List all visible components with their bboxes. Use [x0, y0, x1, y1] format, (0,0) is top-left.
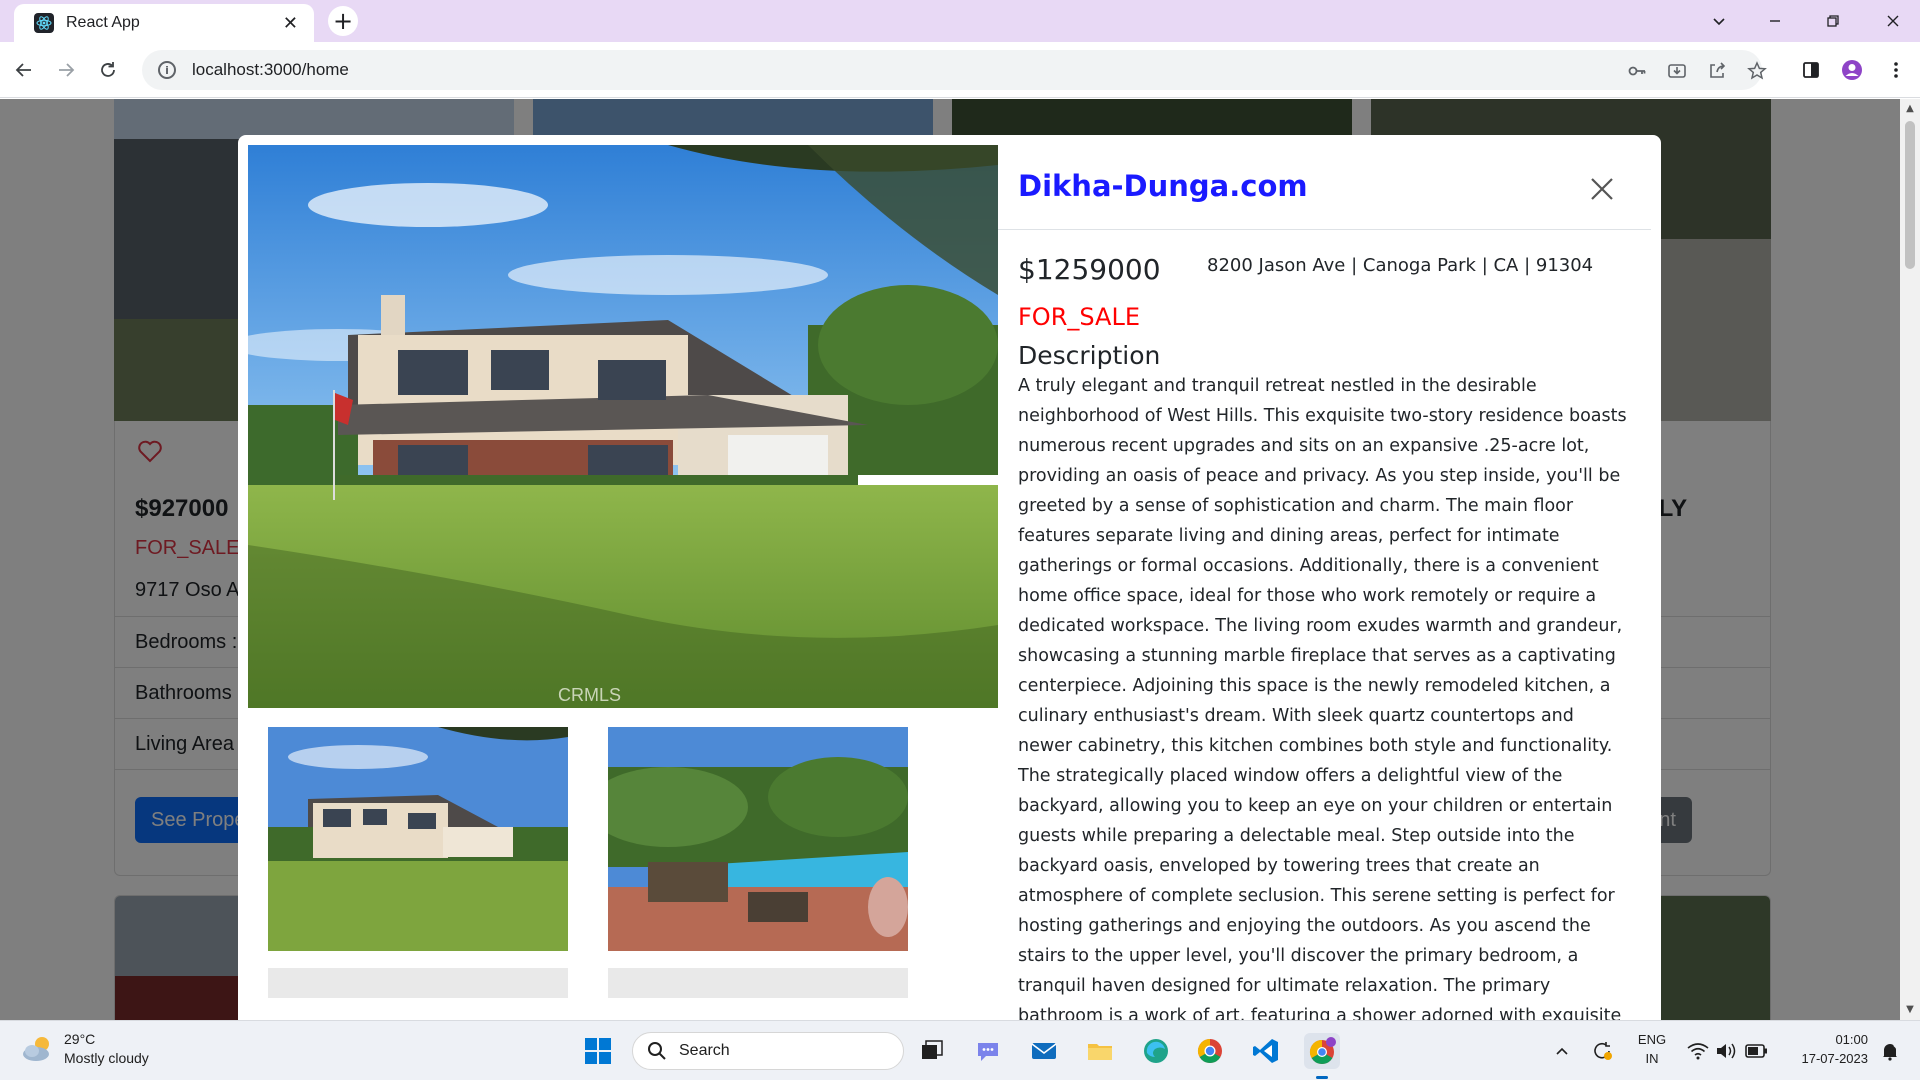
teams-chat-icon[interactable]	[970, 1033, 1006, 1069]
property-thumbnail[interactable]	[268, 968, 568, 998]
page-viewport: $927000 FOR_SALE 9717 Oso A Bedrooms : B…	[0, 99, 1900, 1020]
reload-icon[interactable]	[94, 56, 122, 84]
forward-arrow-icon[interactable]	[52, 56, 80, 84]
restore-button[interactable]	[1818, 6, 1848, 36]
battery-icon[interactable]	[1738, 1033, 1774, 1069]
side-panel-icon[interactable]	[1797, 56, 1825, 84]
property-thumbnail[interactable]	[608, 968, 908, 998]
weather-temperature[interactable]: 29°C	[64, 1031, 95, 1047]
weather-cloud-icon[interactable]	[20, 1033, 56, 1069]
scroll-thumb[interactable]	[1905, 121, 1915, 269]
browser-tab[interactable]: React App ✕	[14, 4, 314, 42]
language-indicator[interactable]: ENG	[1632, 1032, 1672, 1047]
tab-search-chevron-icon[interactable]	[1704, 6, 1734, 36]
bookmark-star-icon[interactable]	[1746, 60, 1768, 82]
key-icon[interactable]	[1626, 60, 1648, 82]
edge-browser-icon[interactable]	[1138, 1033, 1174, 1069]
notification-bell-icon[interactable]	[1872, 1033, 1908, 1069]
brand-title: Dikha-Dunga.com	[1018, 169, 1308, 203]
property-thumbnail[interactable]	[608, 727, 908, 951]
close-window-button[interactable]	[1878, 6, 1908, 36]
scroll-up-arrow-icon[interactable]: ▲	[1904, 103, 1916, 115]
browser-tab-strip: React App ✕ +	[0, 0, 1920, 42]
os-taskbar: 29°C Mostly cloudy Search ENG IN 01:00 1…	[0, 1020, 1920, 1080]
chrome-profile-icon[interactable]	[1304, 1033, 1340, 1069]
scroll-down-arrow-icon[interactable]: ▼	[1904, 1004, 1916, 1016]
weather-description[interactable]: Mostly cloudy	[64, 1050, 149, 1066]
property-modal: CRMLS Dikha-Dunga.com $1259000 8200 Jaso…	[238, 135, 1661, 1020]
photo-watermark: CRMLS	[558, 685, 622, 705]
tab-close-icon[interactable]: ✕	[283, 13, 298, 34]
property-main-photo[interactable]: CRMLS	[248, 145, 998, 708]
task-view-icon[interactable]	[914, 1033, 950, 1069]
file-explorer-icon[interactable]	[1082, 1033, 1118, 1069]
page-scrollbar[interactable]: ▲ ▼	[1900, 99, 1920, 1020]
taskbar-search[interactable]: Search	[632, 1032, 904, 1070]
site-info-icon[interactable]: i	[158, 61, 176, 79]
show-hidden-icons-chevron-icon[interactable]	[1544, 1033, 1580, 1069]
profile-avatar-icon[interactable]	[1838, 56, 1866, 84]
clock-time[interactable]: 01:00	[1778, 1032, 1868, 1047]
search-icon	[648, 1042, 666, 1060]
mail-icon[interactable]	[1026, 1033, 1062, 1069]
sync-icon[interactable]	[1584, 1033, 1620, 1069]
menu-kebab-icon[interactable]	[1882, 56, 1910, 84]
search-label: Search	[679, 1042, 730, 1059]
url-text[interactable]: localhost:3000/home	[192, 60, 349, 80]
property-thumbnail[interactable]	[268, 727, 568, 951]
clock-date[interactable]: 17-07-2023	[1778, 1051, 1869, 1066]
react-favicon-icon	[34, 13, 54, 33]
back-arrow-icon[interactable]	[10, 56, 38, 84]
property-price: $1259000	[1018, 253, 1161, 286]
modal-header: Dikha-Dunga.com	[998, 135, 1651, 230]
close-icon[interactable]	[1588, 175, 1616, 203]
language-region[interactable]: IN	[1632, 1051, 1672, 1066]
vscode-icon[interactable]	[1248, 1033, 1284, 1069]
tab-title: React App	[66, 14, 140, 31]
browser-toolbar: i localhost:3000/home	[0, 42, 1920, 98]
chrome-icon[interactable]	[1192, 1033, 1228, 1069]
share-icon[interactable]	[1706, 60, 1728, 82]
install-app-icon[interactable]	[1666, 60, 1688, 82]
property-description: A truly elegant and tranquil retreat nes…	[1018, 376, 1627, 1020]
property-status: FOR_SALE	[1018, 303, 1141, 331]
minimize-button[interactable]	[1760, 6, 1790, 36]
address-bar[interactable]: i localhost:3000/home	[142, 50, 1767, 90]
property-address: 8200 Jason Ave | Canoga Park | CA | 9130…	[1207, 255, 1594, 276]
description-heading: Description	[1018, 341, 1161, 370]
windows-start-icon[interactable]	[580, 1033, 616, 1069]
new-tab-button[interactable]: +	[328, 6, 358, 36]
